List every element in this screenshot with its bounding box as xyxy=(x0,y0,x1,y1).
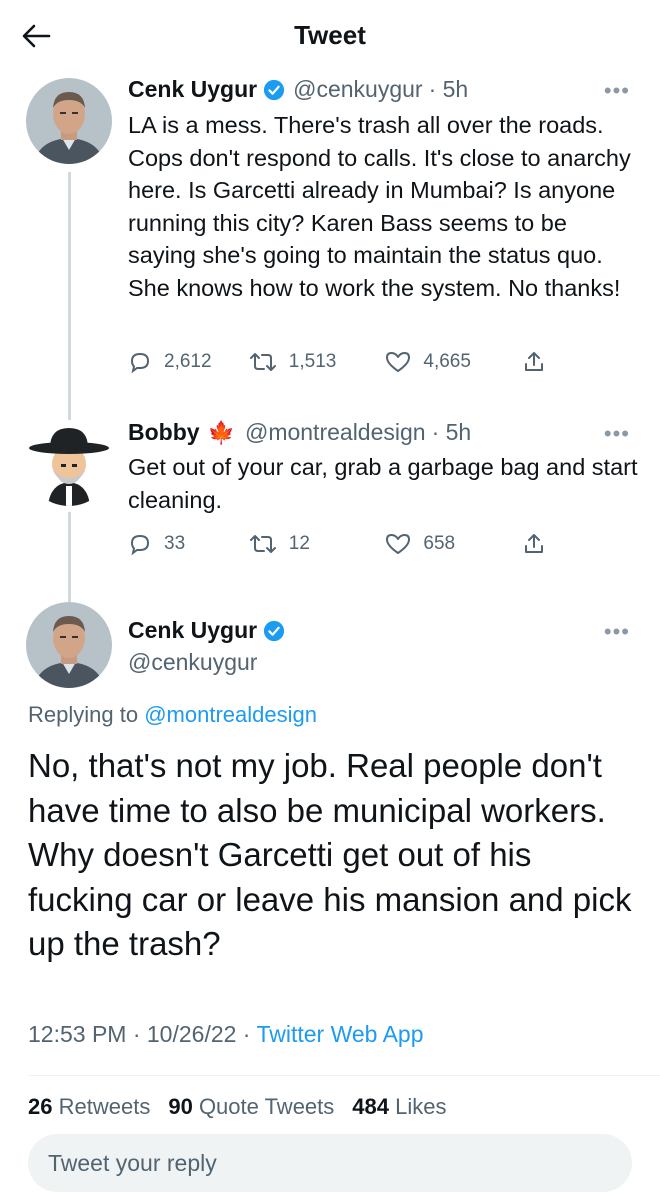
retweets-stat[interactable]: 26 Retweets xyxy=(28,1094,150,1120)
retweets-count: 26 xyxy=(28,1094,53,1119)
tweet-header: Bobby 🍁 @montrealdesign · 5h xyxy=(128,419,471,446)
more-options-icon[interactable]: ••• xyxy=(604,421,630,447)
verified-badge-icon xyxy=(263,79,285,101)
retweet-icon xyxy=(249,353,276,371)
reply-count: 33 xyxy=(164,533,186,554)
tweet-actions: 2,612 1,513 4,665 xyxy=(128,347,558,377)
tweet-time: · 5h xyxy=(431,419,472,445)
heart-icon xyxy=(386,534,411,554)
more-options-icon[interactable]: ••• xyxy=(604,78,630,104)
share-button[interactable] xyxy=(522,350,558,374)
reply-button[interactable]: 2,612 xyxy=(128,350,249,374)
quote-tweets-label: Quote Tweets xyxy=(198,1094,335,1119)
like-button[interactable]: 4,665 xyxy=(385,350,522,374)
retweet-button[interactable]: 1,513 xyxy=(249,350,386,374)
reply-button[interactable]: 33 xyxy=(128,532,249,556)
reply-icon xyxy=(130,534,150,556)
reply-placeholder: Tweet your reply xyxy=(48,1149,217,1176)
tweet-text: LA is a mess. There's trash all over the… xyxy=(128,112,631,301)
main-tweet-text: No, that's not my job. Real people don't… xyxy=(28,747,632,962)
engagement-stats: 26 Retweets 90 Quote Tweets 484 Likes xyxy=(28,1094,464,1120)
more-options-icon[interactable]: ••• xyxy=(604,619,630,645)
reply-count: 2,612 xyxy=(164,351,212,372)
author-handle[interactable]: @montrealdesign xyxy=(245,419,426,446)
avatar[interactable] xyxy=(26,78,112,164)
tweet-source[interactable]: Twitter Web App xyxy=(256,1021,423,1047)
retweet-count: 1,513 xyxy=(288,351,337,372)
author-name[interactable]: Cenk Uygur xyxy=(128,617,257,644)
retweets-label: Retweets xyxy=(58,1094,151,1119)
replying-to-handle[interactable]: @montrealdesign xyxy=(144,702,317,727)
verified-badge-icon xyxy=(263,620,285,642)
like-count: 4,665 xyxy=(423,351,471,372)
retweet-button[interactable]: 12 xyxy=(249,532,386,556)
tweet-header: Cenk Uygur @cenkuygur · 5h xyxy=(128,76,468,103)
likes-label: Likes xyxy=(395,1094,447,1119)
quote-tweets-count: 90 xyxy=(168,1094,193,1119)
tweet-metadata: 12:53 PM · 10/26/22 · Twitter Web App xyxy=(28,1021,424,1048)
avatar[interactable] xyxy=(26,420,112,506)
share-icon xyxy=(525,352,543,371)
like-count: 658 xyxy=(423,533,456,554)
thread-line xyxy=(68,172,71,420)
avatar[interactable] xyxy=(26,602,112,688)
tweet-header: Cenk Uygur xyxy=(128,617,293,644)
author-handle[interactable]: @cenkuygur xyxy=(293,76,422,103)
retweet-count: 12 xyxy=(288,533,310,554)
divider xyxy=(28,1075,660,1076)
page-title: Tweet xyxy=(294,20,366,50)
likes-stat[interactable]: 484 Likes xyxy=(352,1094,446,1120)
author-handle[interactable]: @cenkuygur xyxy=(128,649,257,676)
author-name[interactable]: Bobby xyxy=(128,419,200,446)
reply-input[interactable]: Tweet your reply xyxy=(28,1134,632,1192)
tweet-actions: 33 12 658 xyxy=(128,529,558,559)
share-icon xyxy=(525,534,543,553)
tweet-timestamp[interactable]: 12:53 PM · 10/26/22 · xyxy=(28,1021,256,1047)
author-name[interactable]: Cenk Uygur xyxy=(128,76,257,103)
tweet-text: Get out of your car, grab a garbage bag … xyxy=(128,454,638,513)
tweet-time: · 5h xyxy=(428,76,469,102)
likes-count: 484 xyxy=(352,1094,389,1119)
like-button[interactable]: 658 xyxy=(385,532,522,556)
share-button[interactable] xyxy=(522,532,558,556)
maple-leaf-emoji: 🍁 xyxy=(207,419,235,445)
quote-tweets-stat[interactable]: 90 Quote Tweets xyxy=(168,1094,334,1120)
top-bar: Tweet xyxy=(0,0,660,70)
reply-icon xyxy=(130,352,150,374)
heart-icon xyxy=(386,352,411,372)
author-handle-row: @cenkuygur xyxy=(128,649,257,676)
thread-line xyxy=(68,512,71,602)
retweet-icon xyxy=(249,535,276,553)
replying-to-label: Replying to xyxy=(28,702,139,727)
replying-to: Replying to @montrealdesign xyxy=(28,702,317,728)
